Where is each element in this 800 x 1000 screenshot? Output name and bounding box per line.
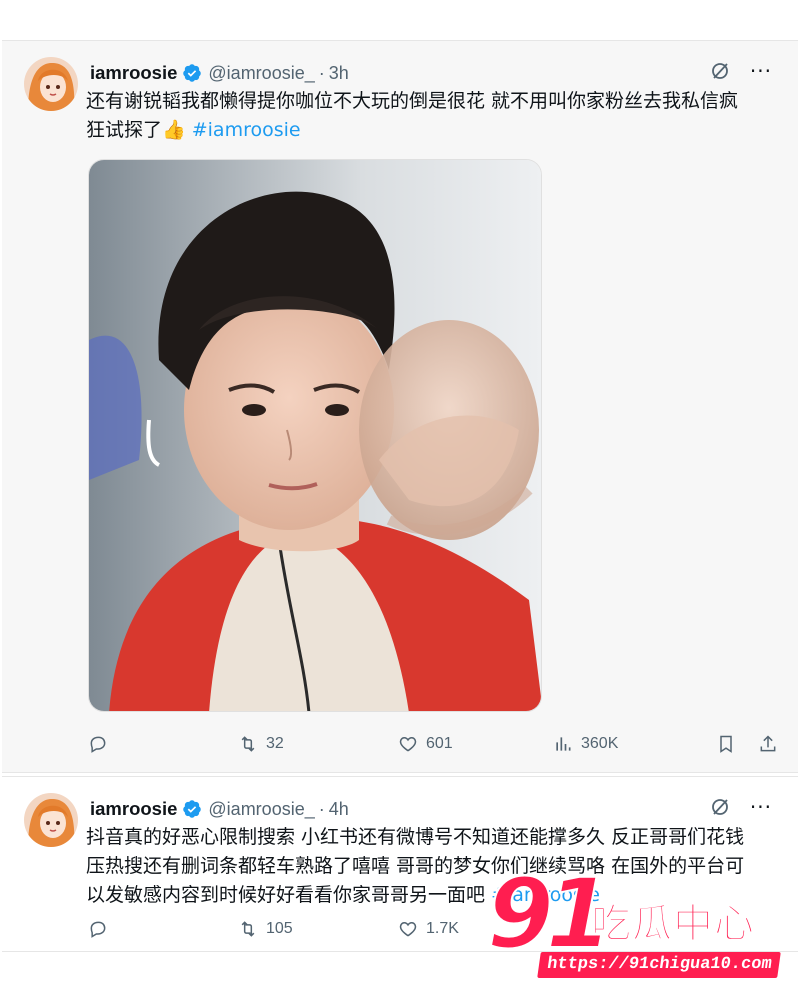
tweet-actions-right <box>716 734 778 754</box>
like-icon <box>399 736 417 752</box>
handle[interactable]: @iamroosie_ <box>208 799 314 820</box>
tweet-header: iamroosie @iamroosie_ · 3h <box>90 61 349 85</box>
tweet-text-line: 还有谢锐韬我都懒得提你咖位不大玩的倒是很花 就不用叫你家粉丝去我私信疯 <box>86 90 739 112</box>
like-button[interactable]: 601 <box>398 734 553 754</box>
tweet-top-actions: ··· <box>710 61 772 81</box>
grok-icon[interactable] <box>710 797 730 817</box>
retweet-button[interactable]: 105 <box>238 919 398 939</box>
tweet-card[interactable]: iamroosie @iamroosie_ · 3h ··· 还有谢锐韬我都懒得… <box>2 40 798 773</box>
more-icon[interactable]: ··· <box>750 797 772 817</box>
watermark-number: 91 <box>486 858 614 970</box>
tweet-header: iamroosie @iamroosie_ · 4h <box>90 797 349 821</box>
selfie-photo <box>89 160 541 711</box>
retweet-count: 32 <box>266 735 284 752</box>
bookmark-button[interactable] <box>716 734 736 754</box>
reply-button[interactable] <box>88 919 238 939</box>
verified-badge-icon <box>182 63 202 83</box>
like-icon <box>399 921 417 937</box>
timestamp[interactable]: 4h <box>329 799 349 820</box>
reply-button[interactable] <box>88 734 238 754</box>
tweet-top-actions: ··· <box>710 797 772 817</box>
tweet-text-fragment: 狂试探了 <box>86 119 163 141</box>
timestamp[interactable]: 3h <box>329 63 349 84</box>
bookmark-icon <box>720 735 732 753</box>
avatar-image <box>24 57 78 111</box>
watermark-title: 吃瓜中心 <box>591 901 755 947</box>
avatar[interactable] <box>24 793 78 847</box>
views-icon <box>556 737 571 751</box>
separator-dot: · <box>318 798 325 819</box>
verified-badge-icon <box>182 799 202 819</box>
retweet-icon <box>241 921 255 937</box>
tweet-actions: 32 601 360K <box>88 730 778 758</box>
avatar-image <box>24 793 78 847</box>
retweet-count: 105 <box>266 920 293 937</box>
watermark-url: https://91chigua10.com <box>537 952 782 978</box>
display-name[interactable]: iamroosie <box>90 62 177 84</box>
display-name[interactable]: iamroosie <box>90 798 177 820</box>
site-watermark: 91 吃瓜中心 https://91chigua10.com <box>486 863 787 990</box>
retweet-button[interactable]: 32 <box>238 734 398 754</box>
more-icon[interactable]: ··· <box>750 61 772 81</box>
tweet-text-line: 狂试探了👍 #iamroosie <box>86 116 778 145</box>
share-icon <box>760 735 776 752</box>
views-button[interactable]: 360K <box>553 734 713 754</box>
reply-icon <box>90 736 106 753</box>
handle[interactable]: @iamroosie_ <box>208 63 314 84</box>
like-count: 601 <box>426 735 453 752</box>
like-count: 1.7K <box>426 920 459 937</box>
retweet-icon <box>241 736 255 752</box>
reply-icon <box>90 921 106 938</box>
hashtag-link[interactable]: #iamroosie <box>192 119 301 141</box>
separator-dot: · <box>318 62 325 83</box>
tweet-media-photo[interactable] <box>88 159 542 712</box>
avatar[interactable] <box>24 57 78 111</box>
tweet-text-line: 抖音真的好恶心限制搜索 小红书还有微博号不知道还能撑多久 反正哥哥们花钱 <box>86 826 745 848</box>
tweet-text: 还有谢锐韬我都懒得提你咖位不大玩的倒是很花 就不用叫你家粉丝去我私信疯 狂试探了… <box>86 87 778 145</box>
views-count: 360K <box>581 735 619 752</box>
share-button[interactable] <box>758 734 778 754</box>
grok-icon[interactable] <box>710 61 730 81</box>
tweet-text-fragment: 以发敏感内容到时候好好看看你家哥哥另一面吧 <box>86 884 486 906</box>
thumbs-up-emoji: 👍 <box>162 119 186 141</box>
